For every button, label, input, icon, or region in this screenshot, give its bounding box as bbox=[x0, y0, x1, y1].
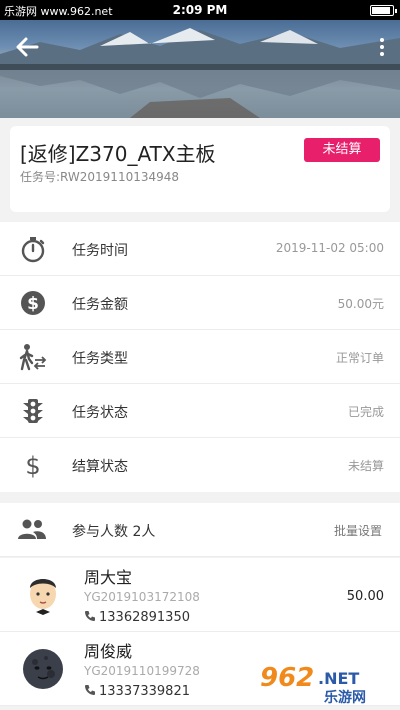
participants-count: 参与人数 2人 bbox=[72, 524, 156, 540]
svg-text:$: $ bbox=[25, 452, 40, 479]
info-value: 已完成 bbox=[347, 405, 384, 419]
back-arrow-icon[interactable] bbox=[12, 32, 42, 62]
landscape-illustration bbox=[0, 28, 400, 118]
info-label: 任务时间 bbox=[72, 243, 128, 259]
svg-text:乐游网: 乐游网 bbox=[324, 689, 366, 706]
svg-text:$: $ bbox=[27, 294, 39, 314]
task-number-label: 任务号: bbox=[20, 170, 61, 184]
info-label: 任务金额 bbox=[72, 297, 128, 313]
traffic-light-icon bbox=[19, 397, 47, 425]
task-number-line: 任务号:RW2019110134948 bbox=[20, 168, 179, 185]
member-phone: 13362891350 bbox=[84, 610, 190, 625]
info-row-task-status: 任务状态 已完成 bbox=[0, 384, 400, 438]
member-code: YG2019103172108 bbox=[84, 590, 200, 604]
avatar bbox=[20, 646, 66, 692]
avatar bbox=[20, 572, 66, 618]
status-time: 2:09 PM bbox=[172, 3, 228, 17]
info-row-task-type: 任务类型 正常订单 bbox=[0, 330, 400, 384]
walk-transfer-icon bbox=[19, 343, 47, 371]
info-value: 2019-11-02 05:00 bbox=[275, 241, 384, 255]
task-title: [返修]Z370_ATX主板 bbox=[20, 142, 216, 166]
member-phone-number[interactable]: 13362891350 bbox=[99, 610, 190, 625]
task-title-card: [返修]Z370_ATX主板 任务号:RW2019110134948 未结算 bbox=[10, 126, 390, 212]
phone-icon bbox=[84, 610, 96, 622]
member-name: 周大宝 bbox=[84, 568, 133, 587]
info-value: 正常订单 bbox=[335, 351, 384, 365]
info-value: 50.00元 bbox=[337, 297, 384, 311]
info-value: 未结算 bbox=[347, 459, 384, 473]
header-landscape-image bbox=[0, 20, 400, 118]
dollar-sign-icon: $ bbox=[19, 451, 47, 480]
more-vertical-icon[interactable] bbox=[378, 36, 386, 58]
participants-header: 参与人数 2人 批量设置 bbox=[0, 503, 400, 557]
info-label: 结算状态 bbox=[72, 459, 128, 475]
site-watermark-logo: 962 .NET 乐游网 bbox=[260, 663, 366, 706]
task-number-value: RW2019110134948 bbox=[60, 170, 180, 184]
info-row-task-amount: $ 任务金额 50.00元 bbox=[0, 276, 400, 330]
member-row[interactable]: 周大宝 YG2019103172108 13362891350 50.00 bbox=[0, 558, 400, 632]
people-icon bbox=[17, 517, 47, 543]
dollar-circle-icon: $ bbox=[19, 289, 47, 317]
settlement-status-badge: 未结算 bbox=[304, 138, 380, 162]
svg-text:.NET: .NET bbox=[318, 669, 359, 688]
stopwatch-icon bbox=[19, 235, 47, 263]
info-row-task-time: 任务时间 2019-11-02 05:00 bbox=[0, 222, 400, 276]
svg-text:962: 962 bbox=[260, 663, 314, 693]
member-phone-number[interactable]: 13337339821 bbox=[99, 684, 190, 699]
status-bar: 乐游网 www.962.net 2:09 PM bbox=[0, 0, 400, 20]
battery-icon bbox=[370, 5, 397, 16]
info-label: 任务类型 bbox=[72, 351, 128, 367]
info-label: 任务状态 bbox=[72, 405, 128, 421]
info-row-settlement-status: $ 结算状态 未结算 bbox=[0, 438, 400, 492]
batch-settings-button[interactable]: 批量设置 bbox=[334, 522, 382, 539]
phone-icon bbox=[84, 684, 96, 696]
member-name: 周俊威 bbox=[84, 642, 133, 661]
member-phone: 13337339821 bbox=[84, 684, 190, 699]
member-amount: 50.00 bbox=[346, 589, 384, 604]
task-info-list: 任务时间 2019-11-02 05:00 $ 任务金额 50.00元 任务类型… bbox=[0, 222, 400, 492]
member-code: YG2019110199728 bbox=[84, 664, 200, 678]
